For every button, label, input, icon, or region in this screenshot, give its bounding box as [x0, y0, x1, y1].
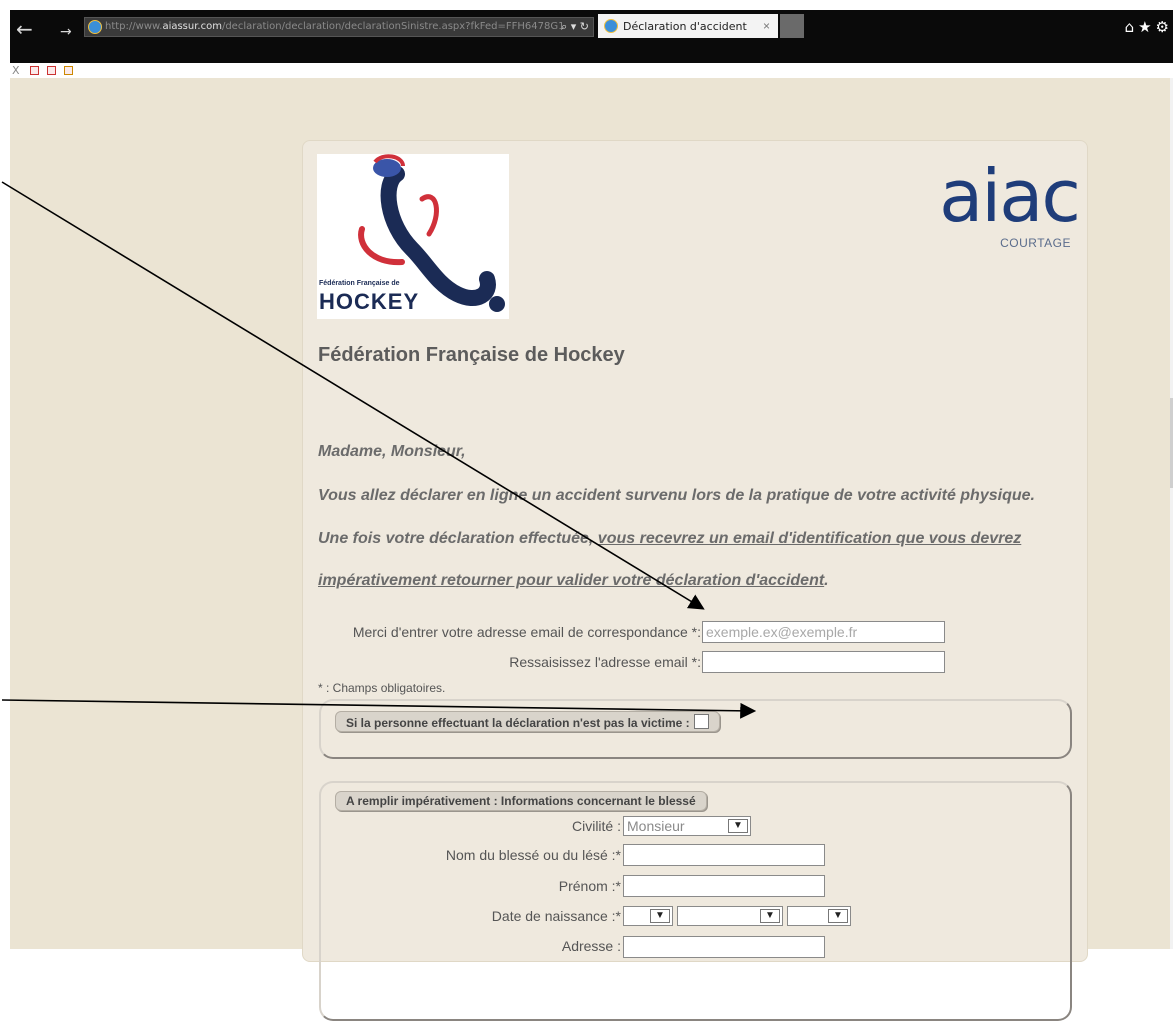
civility-select[interactable]: Monsieur ▼: [623, 816, 751, 836]
intro-line-2: Une fois votre déclaration effectuée, vo…: [318, 530, 1022, 547]
name-input[interactable]: [623, 844, 825, 866]
intro-line-1: Vous allez déclarer en ligne un accident…: [318, 487, 1035, 504]
pdf-icon[interactable]: [30, 66, 39, 75]
victim-legend: A remplir impérativement : Informations …: [335, 791, 707, 811]
ffh-logo: Fédération Française de HOCKEY: [317, 154, 509, 319]
pdf-convert-icon[interactable]: [47, 66, 56, 75]
firstname-input[interactable]: [623, 875, 825, 897]
browser-chrome: ← → http://www.aiassur.com/declaration/d…: [0, 0, 1173, 65]
birth-year-select[interactable]: ▼: [787, 906, 851, 926]
ie-icon: [88, 20, 102, 34]
declarant-legend: Si la personne effectuant la déclaration…: [335, 711, 720, 732]
page-content: Fédération Française de HOCKEY aiac COUR…: [10, 78, 1173, 1021]
address-tools-icon[interactable]: ⌕ ▾ ↻: [561, 20, 589, 34]
page-title: Fédération Française de Hockey: [318, 344, 625, 366]
chevron-down-icon: ▼: [728, 819, 748, 833]
address-label: Adresse :: [561, 938, 621, 954]
tab-declaration[interactable]: Déclaration d'accident ×: [598, 14, 778, 38]
forward-arrow-icon[interactable]: →: [60, 22, 72, 42]
declarant-legend-text: Si la personne effectuant la déclaration…: [346, 716, 690, 730]
address-url: http://www.aiassur.com/declaration/decla…: [105, 21, 565, 32]
home-favorites-settings-icons[interactable]: ⌂★⚙: [1125, 18, 1173, 36]
tab-title: Déclaration d'accident: [623, 20, 747, 33]
aiac-logo-sub: COURTAGE: [1000, 236, 1071, 250]
chevron-down-icon: ▼: [828, 909, 848, 923]
ffh-logo-line1: Fédération Française de: [319, 280, 400, 287]
chevron-down-icon: ▼: [760, 909, 780, 923]
birthdate-label: Date de naissance :*: [491, 908, 621, 924]
tab-close-icon[interactable]: ×: [763, 19, 770, 33]
email-input[interactable]: [702, 621, 945, 643]
email-confirm-label: Ressaisissez l'adresse email *:: [509, 654, 701, 670]
email-confirm-input[interactable]: [702, 651, 945, 673]
address-input[interactable]: [623, 936, 825, 958]
form-card: Fédération Française de HOCKEY aiac COUR…: [302, 140, 1088, 1021]
name-label: Nom du blessé ou du lésé :*: [445, 847, 621, 863]
close-icon[interactable]: X: [12, 64, 20, 77]
aiac-logo: aiac COURTAGE: [869, 154, 1081, 256]
birth-month-select[interactable]: ▼: [677, 906, 783, 926]
firstname-label: Prénom :*: [558, 878, 621, 894]
declarant-not-victim-checkbox[interactable]: [693, 714, 709, 729]
new-tab-button[interactable]: [780, 14, 804, 38]
command-bar: X: [0, 63, 1173, 77]
address-bar[interactable]: http://www.aiassur.com/declaration/decla…: [84, 17, 594, 37]
intro-line-3: impérativement retourner pour valider vo…: [318, 572, 829, 589]
civility-label: Civilité :: [571, 818, 621, 834]
civility-value: Monsieur: [627, 818, 685, 834]
back-arrow-icon[interactable]: ←: [16, 19, 33, 39]
greeting: Madame, Monsieur,: [318, 443, 466, 460]
chevron-down-icon: ▼: [650, 909, 670, 923]
birth-day-select[interactable]: ▼: [623, 906, 673, 926]
tab-ie-icon: [604, 19, 618, 33]
required-note: * : Champs obligatoires.: [318, 681, 446, 695]
pdf-menu-icon[interactable]: [64, 66, 73, 75]
ffh-logo-line2: HOCKEY: [319, 289, 420, 314]
email-label: Merci d'entrer votre adresse email de co…: [352, 624, 701, 640]
aiac-logo-word: aiac: [939, 154, 1081, 238]
